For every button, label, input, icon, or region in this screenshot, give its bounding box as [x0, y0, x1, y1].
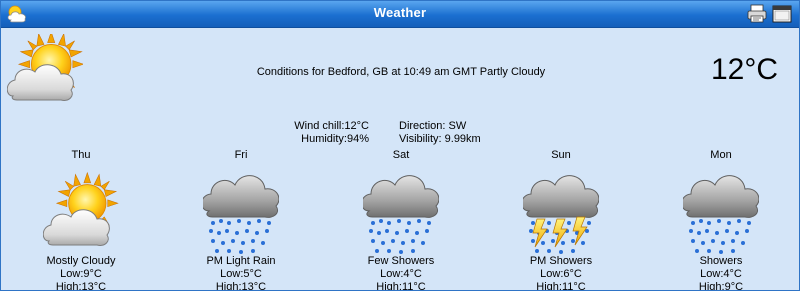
forecast-condition: PM Showers	[529, 255, 593, 267]
title-bar: Weather	[1, 1, 799, 28]
forecast-condition: PM Light Rain	[206, 255, 276, 267]
window-title: Weather	[373, 5, 427, 20]
forecast-high: High:13°C	[55, 281, 107, 291]
humidity: Humidity:94%	[301, 133, 369, 145]
forecast-low: Low:4°C	[700, 268, 742, 280]
forecast-high: High:11°C	[536, 281, 586, 291]
thunderstorm-icon	[523, 175, 599, 254]
forecast-day-label: Mon	[710, 149, 732, 161]
wind-direction: Direction: SW	[399, 120, 467, 132]
print-icon[interactable]	[746, 4, 768, 24]
forecast-low: Low:6°C	[540, 268, 582, 280]
forecast-condition: Mostly Cloudy	[46, 255, 116, 267]
maximize-icon[interactable]	[771, 4, 793, 24]
weather-window: Weather Conditions for Bedford, GB at 10…	[0, 0, 800, 291]
forecast-condition: Few Showers	[367, 255, 435, 267]
forecast-low: Low:9°C	[60, 268, 102, 280]
forecast-low: Low:5°C	[220, 268, 262, 280]
forecast-day-label: Thu	[71, 149, 91, 161]
current-conditions-text: Conditions for Bedford, GB at 10:49 am G…	[256, 66, 546, 78]
rain-icon	[683, 175, 759, 254]
details-right: Direction: SW Visibility: 9.99km	[399, 120, 549, 146]
rain-icon	[363, 175, 439, 254]
current-temperature: 12°C	[711, 53, 779, 86]
forecast-day-label: Sun	[551, 149, 571, 161]
visibility: Visibility: 9.99km	[399, 133, 481, 145]
rain-icon	[203, 175, 279, 254]
forecast-day-mon: Mon Showers Low:4°C High:9°C	[671, 149, 771, 291]
forecast-high: High:11°C	[376, 281, 426, 291]
forecast-day-sun: Sun PM Showers Low:6°C High:11°C	[511, 149, 611, 291]
wind-chill: Wind chill:12°C	[294, 120, 369, 132]
forecast-day-label: Sat	[392, 149, 410, 161]
partly-cloudy-icon	[43, 172, 119, 246]
details-left: Wind chill:12°C Humidity:94%	[269, 120, 369, 146]
forecast-low: Low:4°C	[380, 268, 422, 280]
forecast-day-sat: Sat Few Showers Low:4°C High:11°C	[351, 149, 451, 291]
forecast-day-thu: Thu Mostly Cloudy Low:9°C High:13°C	[31, 149, 131, 291]
forecast-condition: Showers	[699, 255, 743, 267]
forecast-day-label: Fri	[234, 149, 248, 161]
forecast-high: High:9°C	[698, 281, 744, 291]
forecast-high: High:13°C	[215, 281, 267, 291]
forecast-day-fri: Fri PM Light Rain Low:5°C High:13°C	[191, 149, 291, 291]
